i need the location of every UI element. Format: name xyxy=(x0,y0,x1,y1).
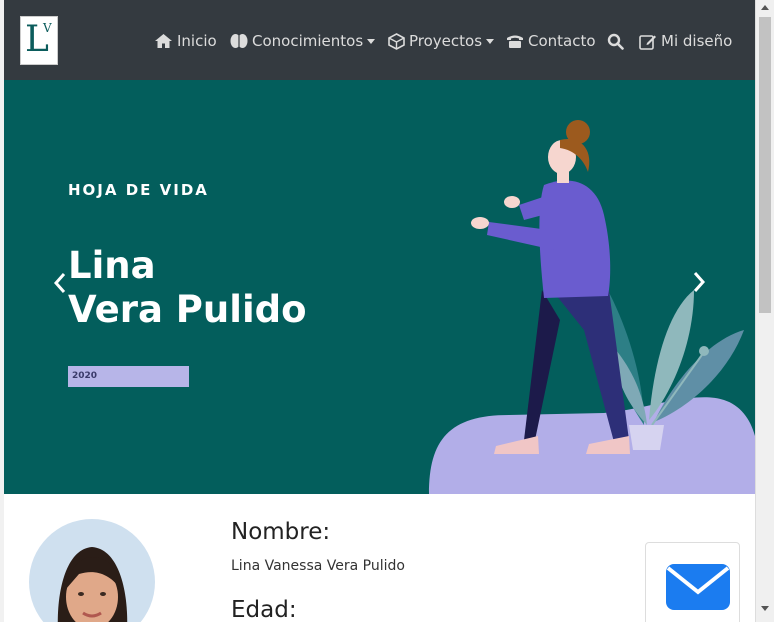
search-icon xyxy=(607,33,624,50)
brain-icon xyxy=(230,34,248,48)
nav-label: Inicio xyxy=(177,32,217,50)
edit-icon xyxy=(639,34,656,50)
name-label: Nombre: xyxy=(231,519,331,545)
nav-item-mi-diseno[interactable]: Mi diseño xyxy=(639,30,732,52)
search-button[interactable] xyxy=(607,30,628,52)
profile-photo xyxy=(29,519,155,622)
nav-label: Contacto xyxy=(528,32,596,50)
nav-item-contacto[interactable]: Contacto xyxy=(506,30,596,52)
chevron-down-icon xyxy=(367,38,376,44)
nav-item-inicio[interactable]: Inicio xyxy=(154,30,217,52)
hero-title: Lina Vera Pulido xyxy=(68,244,307,332)
age-label: Edad: xyxy=(231,597,297,622)
navbar: LV Inicio Conocimientos Proyectos Contac… xyxy=(4,0,755,80)
carousel-next-icon[interactable] xyxy=(692,271,706,293)
hero-name-line2: Vera Pulido xyxy=(68,288,307,331)
person-photo-icon xyxy=(57,547,128,622)
page: LV Inicio Conocimientos Proyectos Contac… xyxy=(4,0,755,622)
nav-item-conocimientos[interactable]: Conocimientos xyxy=(230,30,376,52)
hero-carousel: HOJA DE VIDA Lina Vera Pulido 2020 xyxy=(4,80,755,494)
envelope-icon xyxy=(666,564,730,610)
phone-icon xyxy=(507,35,523,48)
cube-icon xyxy=(388,32,405,50)
carousel-prev-icon[interactable] xyxy=(53,272,67,294)
nav-label: Conocimientos xyxy=(252,32,364,50)
nav-item-proyectos[interactable]: Proyectos xyxy=(388,30,495,52)
year-badge: 2020 xyxy=(68,366,189,387)
scroll-down-icon[interactable] xyxy=(761,606,769,611)
nav-label: Proyectos xyxy=(409,32,483,50)
hero-subtitle: HOJA DE VIDA xyxy=(68,181,209,199)
scrollbar-thumb[interactable] xyxy=(759,17,771,313)
hero-name-line1: Lina xyxy=(68,244,156,287)
scroll-up-icon[interactable] xyxy=(761,5,769,10)
name-value: Lina Vanessa Vera Pulido xyxy=(231,558,405,574)
home-icon xyxy=(155,34,172,48)
brand-logo[interactable]: LV xyxy=(20,16,58,65)
nav-label: Mi diseño xyxy=(661,32,733,50)
chevron-down-icon xyxy=(486,38,495,44)
contact-card[interactable] xyxy=(645,542,740,622)
page-scrollbar[interactable] xyxy=(755,0,774,622)
